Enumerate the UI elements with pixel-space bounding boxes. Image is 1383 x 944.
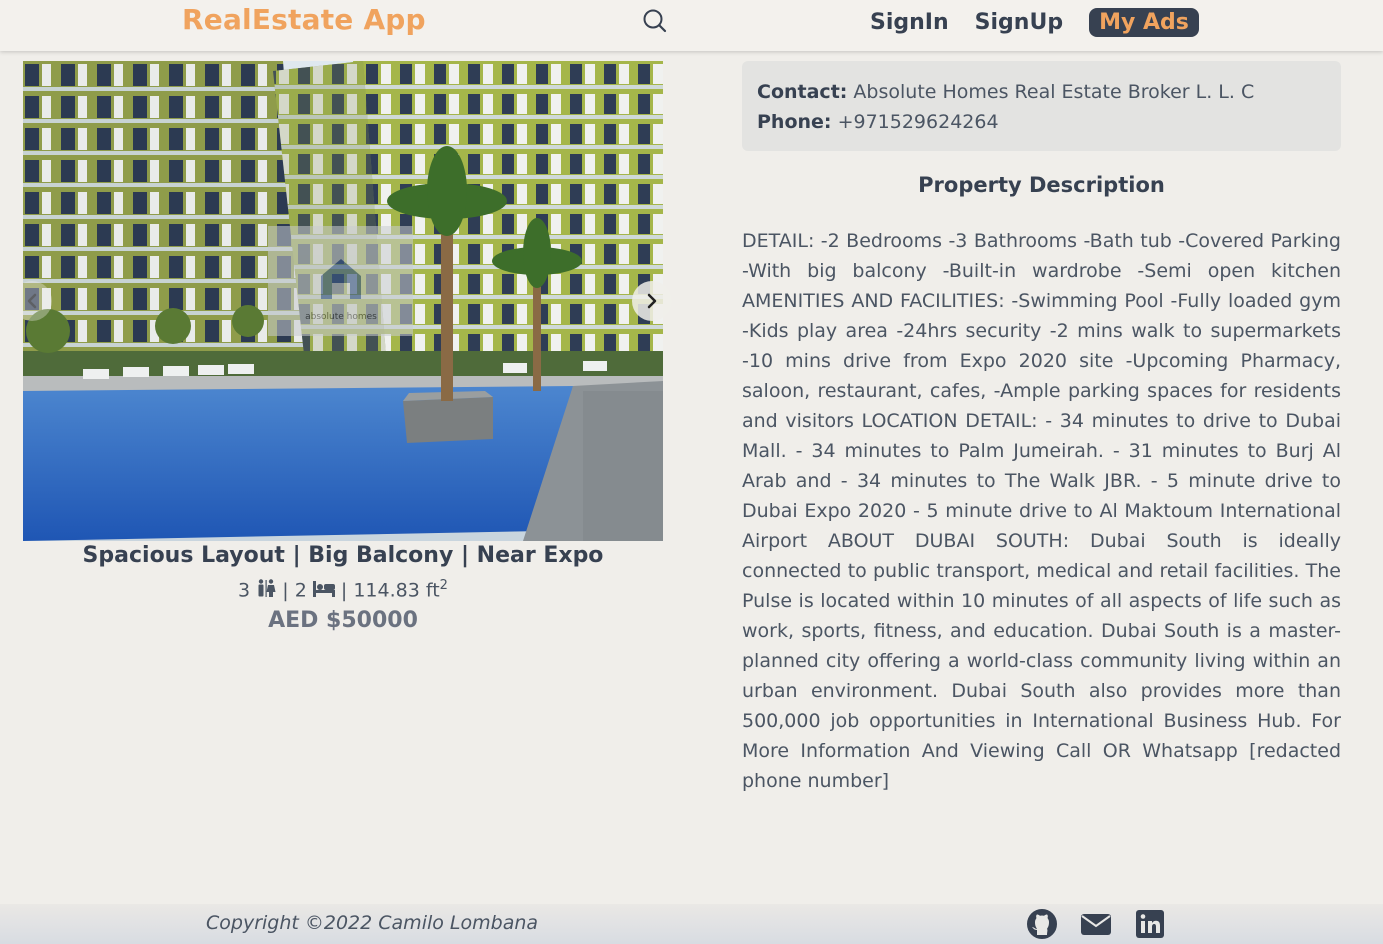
property-image-carousel[interactable]: absolute homes: [23, 61, 663, 541]
contact-label: Contact:: [757, 81, 848, 103]
phone-label: Phone:: [757, 111, 832, 133]
envelope-icon[interactable]: [1080, 908, 1112, 940]
phone-line: Phone: +971529624264: [757, 107, 1326, 137]
description-text: DETAIL: -2 Bedrooms -3 Bathrooms -Bath t…: [742, 230, 1341, 792]
restroom-icon: [256, 579, 276, 602]
signin-link[interactable]: SignIn: [870, 10, 949, 35]
carousel-next-button[interactable]: [632, 281, 672, 321]
navbar: RealEstate App SignIn SignUp My Ads: [0, 0, 1383, 51]
listing-title: Spacious Layout | Big Balcony | Near Exp…: [82, 543, 604, 568]
footer: Copyright ©2022 Camilo Lombana: [0, 904, 1383, 944]
copyright-text: Copyright ©2022 Camilo Lombana: [206, 912, 539, 934]
property-photo: absolute homes: [23, 61, 663, 541]
listing-price: AED $50000: [268, 608, 418, 633]
github-icon[interactable]: [1026, 908, 1058, 940]
linkedin-icon[interactable]: [1134, 908, 1166, 940]
svg-text:absolute homes: absolute homes: [305, 312, 377, 322]
bed-icon: [312, 580, 335, 602]
contact-line: Contact: Absolute Homes Real Estate Brok…: [757, 77, 1326, 107]
signup-link[interactable]: SignUp: [975, 10, 1063, 35]
area-value: 114.83 ft: [353, 579, 440, 602]
chevron-right-icon: [647, 293, 657, 309]
contact-box: Contact: Absolute Homes Real Estate Brok…: [742, 61, 1341, 151]
brand-logo[interactable]: RealEstate App: [182, 3, 426, 36]
area-unit-exponent: 2: [439, 578, 448, 593]
bathroom-count: 3: [238, 579, 251, 602]
phone-value: +971529624264: [837, 111, 999, 133]
bedroom-count: 2: [294, 579, 307, 602]
listing-specs: 3 | 2 | 114.83 ft2: [238, 578, 448, 602]
description-heading: Property Description: [918, 173, 1165, 197]
contact-value: Absolute Homes Real Estate Broker L. L. …: [853, 81, 1255, 103]
nav-links: SignIn SignUp My Ads: [870, 4, 1199, 40]
my-ads-button[interactable]: My Ads: [1089, 7, 1199, 37]
search-icon[interactable]: [640, 6, 670, 36]
carousel-prev-button[interactable]: [12, 281, 52, 321]
